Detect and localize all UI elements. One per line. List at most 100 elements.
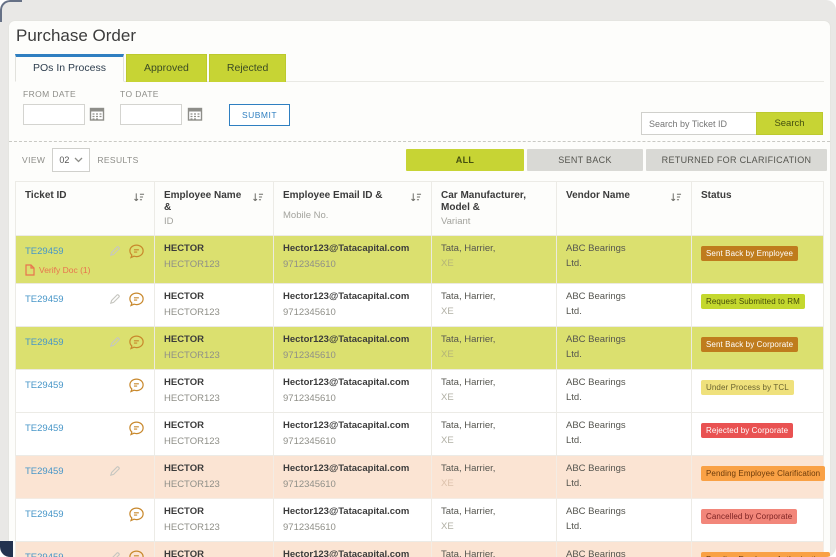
car-model: Tata, Harrier, xyxy=(441,420,547,432)
table-body: TE29459 Verify Doc (1) HECTOR HECTOR123 xyxy=(16,236,824,557)
vendor-name-line1: ABC Bearings xyxy=(566,243,682,255)
chat-bubble-icon[interactable] xyxy=(128,549,145,557)
table-row: TE29459 HECTOR HECTOR123 Hector123@ xyxy=(16,413,824,456)
column-header-vendor-name: Vendor Name xyxy=(557,182,692,236)
column-subtitle: ID xyxy=(164,216,264,228)
chat-bubble-icon[interactable] xyxy=(128,420,145,437)
status-badge: Pending Employee Authorization xyxy=(701,552,830,557)
column-header-status: Status xyxy=(692,182,824,236)
sort-icon[interactable] xyxy=(406,190,422,208)
purchase-order-screen: Purchase Order POs In ProcessApprovedRej… xyxy=(0,0,836,557)
car-model: Tata, Harrier, xyxy=(441,506,547,518)
chat-bubble-icon[interactable] xyxy=(128,334,145,351)
status-badge: Rejected by Corporate xyxy=(701,423,793,438)
window-corner-decoration xyxy=(0,0,22,22)
employee-mobile: 9712345610 xyxy=(283,479,422,491)
vendor-name-line2: Ltd. xyxy=(566,306,682,318)
vendor-name-line2: Ltd. xyxy=(566,392,682,404)
sort-icon[interactable] xyxy=(129,190,145,208)
vendor-name-line2: Ltd. xyxy=(566,478,682,490)
vendor-name-line1: ABC Bearings xyxy=(566,334,682,346)
ticket-link[interactable]: TE29459 xyxy=(25,337,64,348)
results-per-page-value: 02 xyxy=(59,155,69,165)
employee-email: Hector123@Tatacapital.com xyxy=(283,420,422,432)
window-corner-decoration xyxy=(0,541,13,557)
table-row: TE29459 HECTOR HECTOR123 Hector123@ xyxy=(16,284,824,327)
edit-pencil-icon[interactable] xyxy=(108,293,121,306)
calendar-icon[interactable] xyxy=(89,106,106,123)
vendor-name-line1: ABC Bearings xyxy=(566,291,682,303)
vendor-name-line1: ABC Bearings xyxy=(566,463,682,475)
ticket-link[interactable]: TE29459 xyxy=(25,509,64,520)
verify-doc-link[interactable]: Verify Doc (1) xyxy=(25,264,145,276)
vendor-name-line1: ABC Bearings xyxy=(566,549,682,557)
employee-name: HECTOR xyxy=(164,291,264,303)
ticket-link[interactable]: TE29459 xyxy=(25,552,64,557)
to-date-label: TO DATE xyxy=(120,89,159,99)
tab-rejected[interactable]: Rejected xyxy=(209,54,286,82)
segment-returned-for-clarification[interactable]: RETURNED FOR CLARIFICATION xyxy=(646,149,827,171)
ticket-link[interactable]: TE29459 xyxy=(25,246,64,257)
car-variant: XE xyxy=(441,478,547,490)
employee-mobile: 9712345610 xyxy=(283,436,422,448)
ticket-link[interactable]: TE29459 xyxy=(25,423,64,434)
vendor-name-line2: Ltd. xyxy=(566,349,682,361)
from-date-input[interactable] xyxy=(23,104,85,125)
car-variant: XE xyxy=(441,258,547,270)
results-per-page-select[interactable]: 02 xyxy=(52,148,90,172)
column-subtitle: Mobile No. xyxy=(283,210,422,222)
chat-bubble-icon[interactable] xyxy=(128,377,145,394)
status-filter-segments: ALLSENT BACKRETURNED FOR CLARIFICATION xyxy=(406,149,827,171)
ticket-link[interactable]: TE29459 xyxy=(25,294,64,305)
status-badge: Sent Back by Employee xyxy=(701,246,798,261)
chevron-down-icon xyxy=(74,157,83,163)
column-subtitle: Variant xyxy=(441,216,547,228)
column-title: Employee Email ID & xyxy=(283,190,382,202)
sort-icon[interactable] xyxy=(248,190,264,208)
segment-all[interactable]: ALL xyxy=(406,149,524,171)
page-title: Purchase Order xyxy=(16,26,136,46)
view-label: VIEW xyxy=(22,155,45,165)
sort-icon[interactable] xyxy=(666,190,682,208)
segment-sent-back[interactable]: SENT BACK xyxy=(527,149,643,171)
tab-approved[interactable]: Approved xyxy=(126,54,207,82)
employee-email: Hector123@Tatacapital.com xyxy=(283,243,422,255)
employee-mobile: 9712345610 xyxy=(283,393,422,405)
status-badge: Cancelled by Corporate xyxy=(701,509,797,524)
from-date-label: FROM DATE xyxy=(23,89,76,99)
column-title: Employee Name & xyxy=(164,190,248,214)
column-header-car-manufacturer-model-: Car Manufacturer, Model &Variant xyxy=(432,182,557,236)
to-date-input[interactable] xyxy=(120,104,182,125)
car-model: Tata, Harrier, xyxy=(441,334,547,346)
car-variant: XE xyxy=(441,521,547,533)
table-row: TE29459 HECTOR HECTOR123 Hector123@ xyxy=(16,327,824,370)
edit-pencil-icon[interactable] xyxy=(108,245,121,258)
employee-email: Hector123@Tatacapital.com xyxy=(283,549,422,557)
search-input[interactable] xyxy=(641,112,756,135)
car-variant: XE xyxy=(441,435,547,447)
table-row: TE29459 HECTOR HECTOR123 Hector123@ xyxy=(16,542,824,557)
vendor-name-line2: Ltd. xyxy=(566,521,682,533)
ticket-link[interactable]: TE29459 xyxy=(25,466,64,477)
employee-email: Hector123@Tatacapital.com xyxy=(283,334,422,346)
chat-bubble-icon[interactable] xyxy=(128,243,145,260)
edit-pencil-icon[interactable] xyxy=(108,465,121,478)
edit-pencil-icon[interactable] xyxy=(108,336,121,349)
column-header-ticket-id: Ticket ID xyxy=(16,182,155,236)
table-header-row: Ticket ID Employee Name & ID Employee Email… xyxy=(16,182,824,236)
ticket-link[interactable]: TE29459 xyxy=(25,380,64,391)
car-model: Tata, Harrier, xyxy=(441,377,547,389)
results-label: RESULTS xyxy=(97,155,138,165)
employee-mobile: 9712345610 xyxy=(283,259,422,271)
employee-id: HECTOR123 xyxy=(164,436,264,448)
employee-id: HECTOR123 xyxy=(164,350,264,362)
search-button[interactable]: Search xyxy=(756,112,823,135)
chat-bubble-icon[interactable] xyxy=(128,291,145,308)
chat-bubble-icon[interactable] xyxy=(128,506,145,523)
tab-pos-in-process[interactable]: POs In Process xyxy=(15,54,124,82)
edit-pencil-icon[interactable] xyxy=(108,551,121,557)
submit-button[interactable]: SUBMIT xyxy=(229,104,290,126)
calendar-icon[interactable] xyxy=(187,106,204,123)
employee-email: Hector123@Tatacapital.com xyxy=(283,377,422,389)
employee-id: HECTOR123 xyxy=(164,393,264,405)
